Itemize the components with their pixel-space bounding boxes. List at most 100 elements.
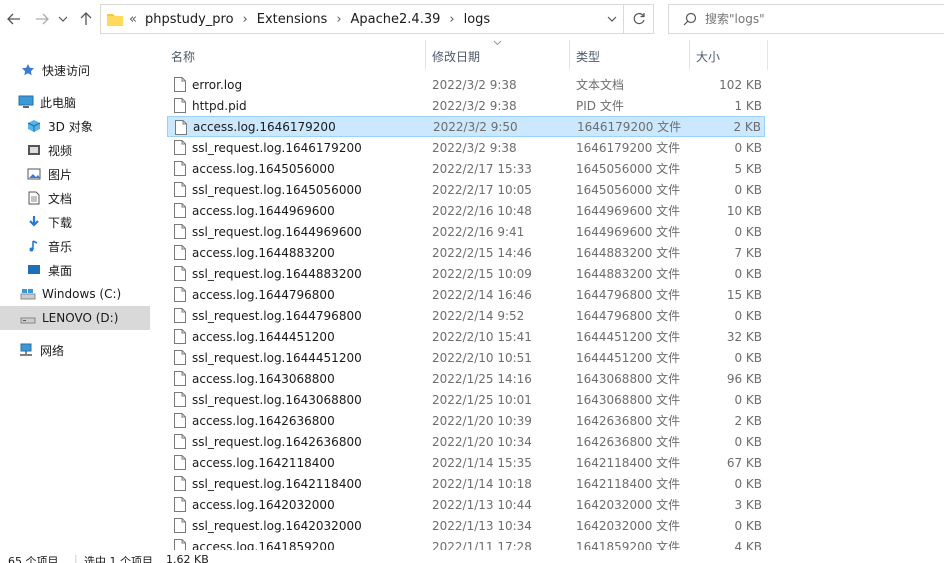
- file-name: access.log.1642032000: [192, 497, 335, 512]
- address-bar[interactable]: « phpstudy_pro › Extensions › Apache2.4.…: [100, 4, 624, 34]
- file-name: ssl_request.log.1643068800: [192, 392, 362, 407]
- file-row[interactable]: access.log.1641859200 2022/1/11 17:28 1641…: [167, 536, 765, 550]
- file-icon: [174, 161, 186, 176]
- sidebar-item-pictures[interactable]: 图片: [26, 162, 72, 186]
- file-type: 1642032000 文件: [576, 519, 681, 533]
- file-row[interactable]: error.log 2022/3/2 9:38 文本文档 102 KB: [167, 74, 765, 95]
- file-type: 文本文档: [576, 78, 625, 92]
- file-type: 1645056000 文件: [576, 183, 681, 197]
- column-header-date[interactable]: 修改日期: [432, 48, 480, 65]
- music-icon: [26, 238, 42, 254]
- sidebar-item-downloads[interactable]: 下载: [26, 210, 72, 234]
- file-type: 1645056000 文件: [576, 162, 681, 176]
- file-row[interactable]: ssl_request.log.1642636800 2022/1/20 10:3…: [167, 431, 765, 452]
- sidebar-item-desktop[interactable]: 桌面: [26, 258, 72, 282]
- breadcrumb-logs[interactable]: logs: [464, 12, 491, 27]
- refresh-button[interactable]: [624, 4, 654, 34]
- breadcrumb-separator-icon[interactable]: ›: [336, 12, 341, 27]
- file-row[interactable]: access.log.1643068800 2022/1/25 14:16 1643…: [167, 368, 765, 389]
- sidebar-item-lenovo-d[interactable]: LENOVO (D:): [0, 306, 150, 330]
- column-divider[interactable]: [569, 40, 570, 70]
- sidebar-item-videos[interactable]: 视频: [26, 138, 72, 162]
- file-row[interactable]: access.log.1642636800 2022/1/20 10:39 1642…: [167, 410, 765, 431]
- file-icon: [174, 455, 186, 470]
- file-icon: [174, 371, 186, 386]
- file-size: 0 KB: [734, 350, 762, 365]
- breadcrumb-apache[interactable]: Apache2.4.39: [351, 12, 441, 27]
- breadcrumb-extensions[interactable]: Extensions: [257, 12, 328, 27]
- sidebar-item-this-pc[interactable]: 此电脑: [18, 90, 76, 114]
- chevron-down-icon: [58, 16, 68, 22]
- sidebar-item-label: 文档: [48, 191, 73, 206]
- file-type: 1642118400 文件: [576, 456, 681, 470]
- file-row[interactable]: access.log.1645056000 2022/2/17 15:33 1645…: [167, 158, 765, 179]
- sidebar-item-3d-objects[interactable]: 3D 对象: [26, 114, 93, 138]
- sidebar-item-label: 视频: [48, 143, 73, 158]
- status-bar: 65 个项目 | 选中 1 个项目 1.62 KB: [0, 552, 944, 563]
- file-type: 1642118400 文件: [576, 477, 681, 491]
- selection-count: 选中 1 个项目: [84, 555, 153, 563]
- file-row[interactable]: access.log.1644969600 2022/2/16 10:48 1644…: [167, 200, 765, 221]
- file-row[interactable]: ssl_request.log.1644451200 2022/2/10 10:5…: [167, 347, 765, 368]
- search-box[interactable]: [668, 4, 944, 34]
- column-divider[interactable]: [689, 40, 690, 70]
- file-size: 2 KB: [733, 119, 761, 134]
- column-divider[interactable]: [767, 40, 768, 70]
- file-row[interactable]: ssl_request.log.1642032000 2022/1/13 10:3…: [167, 515, 765, 536]
- file-name: access.log.1642636800: [192, 413, 335, 428]
- file-row[interactable]: access.log.1642118400 2022/1/14 15:35 1642…: [167, 452, 765, 473]
- breadcrumb-separator-icon[interactable]: ›: [449, 12, 454, 27]
- file-row[interactable]: access.log.1642032000 2022/1/13 10:44 1642…: [167, 494, 765, 515]
- column-divider[interactable]: [425, 40, 426, 70]
- search-input[interactable]: [705, 12, 905, 26]
- sidebar-item-music[interactable]: 音乐: [26, 234, 72, 258]
- file-icon: [174, 434, 186, 449]
- file-size: 3 KB: [734, 497, 762, 512]
- file-date: 2022/1/25 14:16: [432, 371, 532, 386]
- recent-locations-button[interactable]: [56, 8, 70, 30]
- file-type: 1644883200 文件: [576, 267, 681, 281]
- sidebar-item-label: 3D 对象: [48, 119, 93, 134]
- file-row[interactable]: ssl_request.log.1642118400 2022/1/14 10:1…: [167, 473, 765, 494]
- file-name: ssl_request.log.1644969600: [192, 224, 362, 239]
- forward-button[interactable]: [32, 8, 52, 30]
- file-list[interactable]: error.log 2022/3/2 9:38 文本文档 102 KB httpd.pi…: [160, 74, 944, 550]
- drive-icon: [20, 310, 36, 326]
- file-size: 5 KB: [734, 161, 762, 176]
- file-size: 96 KB: [726, 371, 762, 386]
- file-row[interactable]: access.log.1646179200 2022/3/2 9:50 164617…: [167, 116, 765, 137]
- file-row[interactable]: access.log.1644796800 2022/2/14 16:46 1644…: [167, 284, 765, 305]
- file-date: 2022/3/2 9:38: [432, 98, 517, 113]
- file-row[interactable]: access.log.1644883200 2022/2/15 14:46 1644…: [167, 242, 765, 263]
- up-button[interactable]: [76, 8, 96, 30]
- breadcrumb-phpstudy-pro[interactable]: phpstudy_pro: [145, 12, 234, 27]
- file-icon: [174, 266, 186, 281]
- file-name: error.log: [192, 77, 243, 92]
- column-header-type[interactable]: 类型: [576, 48, 600, 65]
- file-type: 1642636800 文件: [576, 414, 681, 428]
- sidebar-item-label: 此电脑: [40, 95, 77, 110]
- column-header-size[interactable]: 大小: [696, 48, 720, 65]
- file-row[interactable]: httpd.pid 2022/3/2 9:38 PID 文件 1 KB: [167, 95, 765, 116]
- file-row[interactable]: ssl_request.log.1644796800 2022/2/14 9:52…: [167, 305, 765, 326]
- file-row[interactable]: ssl_request.log.1644883200 2022/2/15 10:0…: [167, 263, 765, 284]
- overflow-chevron[interactable]: «: [129, 12, 137, 27]
- back-button[interactable]: [4, 8, 24, 30]
- sidebar-item-windows-c[interactable]: Windows (C:): [20, 282, 121, 306]
- file-row[interactable]: ssl_request.log.1646179200 2022/3/2 9:38 1…: [167, 137, 765, 158]
- sidebar-item-documents[interactable]: 文档: [26, 186, 72, 210]
- file-row[interactable]: ssl_request.log.1643068800 2022/1/25 10:0…: [167, 389, 765, 410]
- sidebar-item-quick-access[interactable]: 快速访问: [20, 58, 90, 82]
- file-row[interactable]: access.log.1644451200 2022/2/10 15:41 1644…: [167, 326, 765, 347]
- file-row[interactable]: ssl_request.log.1645056000 2022/2/17 10:0…: [167, 179, 765, 200]
- file-size: 4 KB: [734, 539, 762, 551]
- sidebar-item-network[interactable]: 网络: [18, 338, 64, 362]
- column-header-name[interactable]: 名称: [171, 48, 195, 65]
- file-size: 0 KB: [734, 224, 762, 239]
- address-dropdown-button[interactable]: [607, 13, 617, 27]
- file-size: 102 KB: [719, 77, 762, 92]
- file-date: 2022/2/15 14:46: [432, 245, 532, 260]
- file-name: access.log.1644796800: [192, 287, 335, 302]
- file-row[interactable]: ssl_request.log.1644969600 2022/2/16 9:41…: [167, 221, 765, 242]
- breadcrumb-separator-icon[interactable]: ›: [243, 12, 248, 27]
